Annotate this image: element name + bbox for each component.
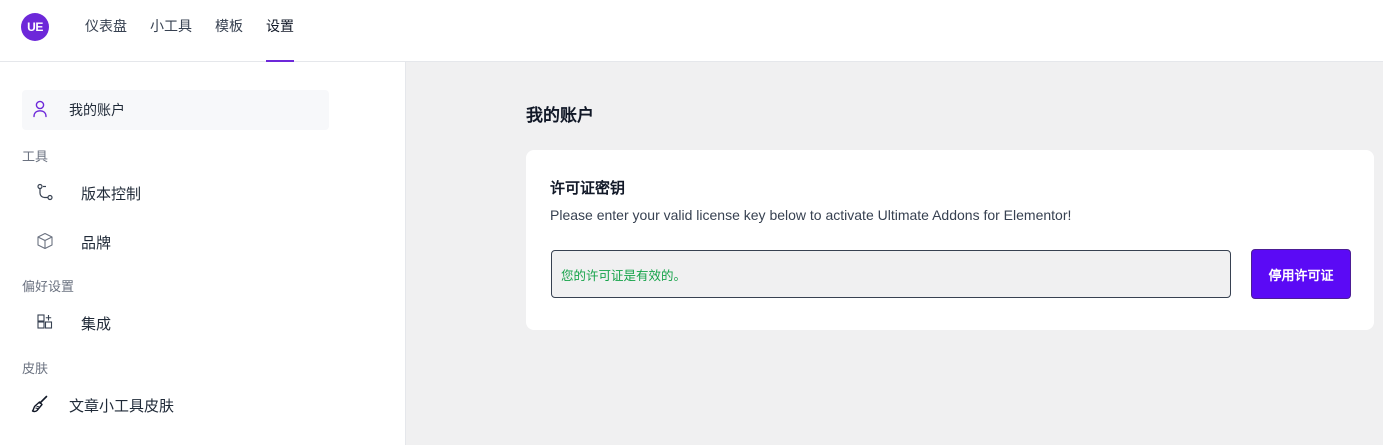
package-icon	[37, 232, 53, 250]
deactivate-license-button[interactable]: 停用许可证	[1251, 249, 1351, 299]
git-branch-icon	[37, 183, 53, 201]
sidebar-section-preferences: 偏好设置	[22, 280, 75, 295]
sidebar-item-integrations[interactable]: 集成	[22, 305, 329, 341]
sidebar-item-branding[interactable]: 品牌	[22, 224, 329, 260]
sidebar-item-label: 我的账户	[69, 103, 125, 119]
nav-dashboard[interactable]: 仪表盘	[85, 0, 127, 62]
card-title: 许可证密钥	[550, 179, 626, 197]
sidebar-item-label: 品牌	[81, 234, 112, 252]
sidebar: 我的账户 工具 版本控制 品牌 偏好设置 集成 皮肤 文章小工具皮肤	[0, 62, 406, 445]
sidebar-item-version-control[interactable]: 版本控制	[22, 175, 329, 211]
nav-templates[interactable]: 模板	[215, 0, 243, 62]
card-description: Please enter your valid license key belo…	[550, 207, 1072, 223]
sidebar-item-label: 文章小工具皮肤	[69, 397, 175, 415]
brand-logo[interactable]: UE	[21, 13, 49, 41]
license-key-input[interactable]	[551, 250, 1231, 298]
top-nav: 仪表盘 小工具 模板 设置	[85, 0, 317, 62]
sidebar-item-label: 版本控制	[81, 185, 142, 203]
nav-widgets[interactable]: 小工具	[150, 0, 192, 62]
license-card: 许可证密钥 Please enter your valid license ke…	[526, 150, 1374, 330]
brush-icon	[31, 395, 48, 413]
sidebar-item-my-account[interactable]: 我的账户	[22, 90, 329, 130]
sidebar-item-label: 集成	[81, 315, 112, 333]
page-title: 我的账户	[526, 106, 594, 126]
user-icon	[33, 100, 47, 118]
top-bar: UE 仪表盘 小工具 模板 设置	[0, 0, 1383, 62]
sidebar-item-post-widget-skins[interactable]: 文章小工具皮肤	[22, 387, 329, 423]
nav-settings[interactable]: 设置	[266, 0, 294, 62]
grid-plus-icon	[37, 314, 53, 329]
logo-text: UE	[27, 20, 43, 34]
sidebar-section-tools: 工具	[22, 150, 49, 165]
sidebar-section-skins: 皮肤	[22, 362, 49, 377]
